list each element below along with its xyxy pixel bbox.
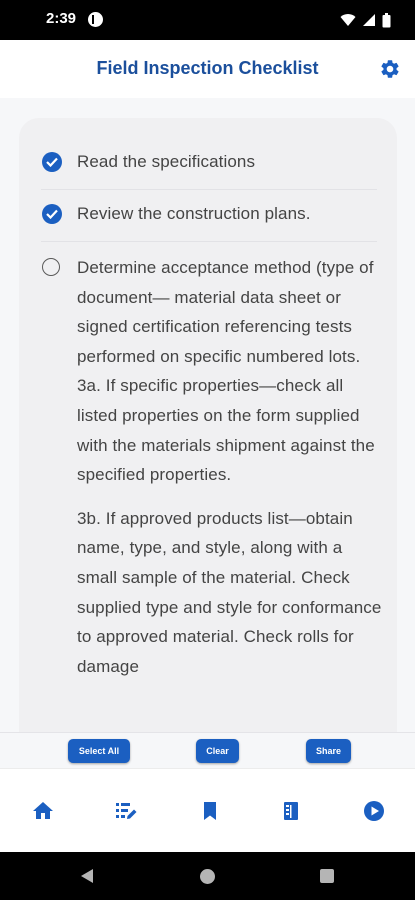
checklist-item-text: Review the construction plans. [77,204,311,223]
item-description: Determine acceptance method (type of doc… [77,258,374,366]
battery-icon [382,12,391,27]
recent-apps-icon[interactable] [320,869,334,883]
checklist-item[interactable]: Review the construction plans. [41,190,377,242]
home-circle-icon[interactable] [200,869,215,884]
checklist-card: Read the specifications Review the const… [19,118,397,732]
item-sub-a: 3a. If specific properties—check all lis… [77,376,375,485]
checklist-item-text: Determine acceptance method (type of doc… [77,253,382,681]
wifi-icon [340,14,356,26]
back-icon[interactable] [80,868,94,884]
share-button[interactable]: Share [306,739,351,763]
edit-list-icon[interactable] [114,799,138,823]
select-all-button[interactable]: Select All [68,739,130,763]
signal-icon [363,14,375,26]
checklist-item-text: Read the specifications [77,152,256,171]
unchecked-checkbox-icon[interactable] [42,258,60,276]
play-icon[interactable] [362,799,386,823]
action-bar: Select All Clear Share [0,732,415,768]
checklist-item[interactable]: Determine acceptance method (type of doc… [41,242,381,732]
system-nav-bar [0,852,415,900]
settings-button[interactable] [379,58,401,80]
page-title: Field Inspection Checklist [96,58,319,78]
clear-button[interactable]: Clear [196,739,239,763]
bottom-nav [0,768,415,852]
content-area[interactable]: Read the specifications Review the const… [0,98,415,732]
status-icons [340,11,391,29]
bookmark-icon[interactable] [198,799,222,823]
status-time: 2:39 [46,10,77,27]
gear-icon [381,60,399,78]
document-icon[interactable] [279,799,303,823]
app-notification-icon [88,12,103,27]
status-bar: 2:39 [0,0,415,40]
checked-checkbox-icon[interactable] [42,152,62,172]
checked-checkbox-icon[interactable] [42,204,62,224]
checklist-item[interactable]: Read the specifications [41,118,377,190]
item-sub-b: 3b. If approved products list—obtain nam… [77,508,382,676]
home-icon[interactable] [31,799,55,823]
app-header: Field Inspection Checklist [0,40,415,98]
